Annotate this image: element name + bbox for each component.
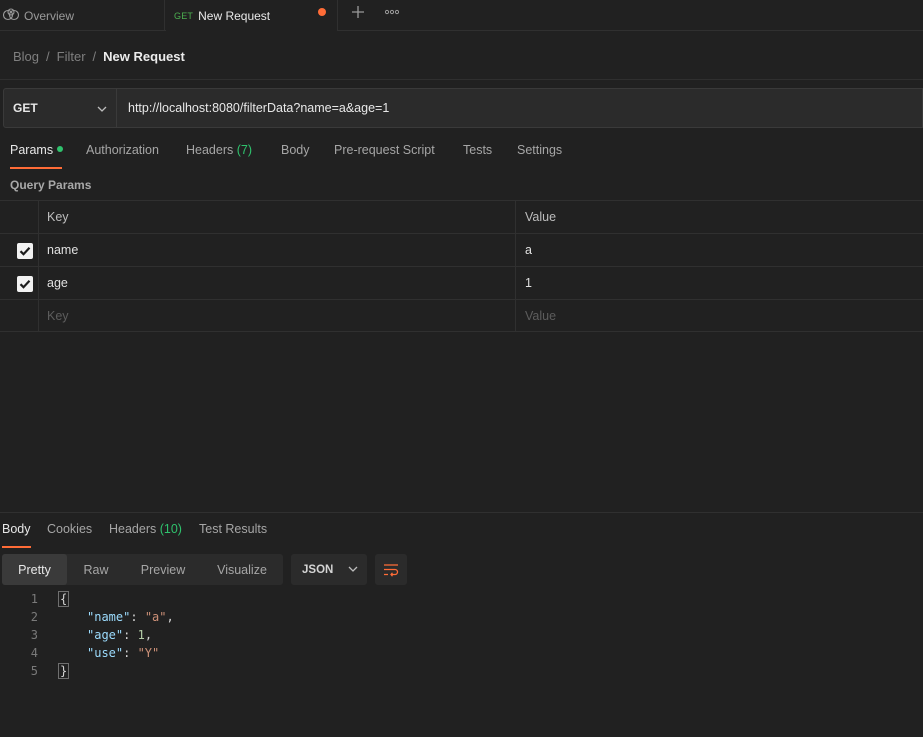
tab-response-headers[interactable]: Headers (10)	[109, 522, 182, 547]
open-brace: {	[58, 591, 70, 607]
json-key: "use"	[87, 646, 124, 660]
unsaved-dot-icon[interactable]	[318, 8, 326, 16]
tab-body[interactable]: Body	[281, 143, 310, 168]
table-row: name a	[0, 233, 923, 266]
new-key-input[interactable]: Key	[39, 300, 516, 332]
check-cell	[0, 234, 39, 266]
tab-new-request[interactable]: GET New Request	[166, 0, 338, 31]
tab-cookies[interactable]: Cookies	[47, 522, 92, 547]
table-header-row: Key Value	[0, 200, 923, 233]
line-number: 5	[30, 664, 38, 678]
tab-new-request-label: New Request	[198, 8, 271, 23]
table-row: age 1	[0, 266, 923, 299]
check-cell	[0, 267, 39, 299]
code-line: 1 {	[0, 590, 923, 608]
breadcrumb: Blog / Filter / New Request	[13, 47, 185, 65]
param-checkbox[interactable]	[17, 276, 33, 292]
code-line: 4 "use": "Y"	[0, 644, 923, 662]
view-visualize-button[interactable]: Visualize	[201, 554, 283, 585]
checkmark-icon	[19, 247, 31, 256]
code-line: 2 "name": "a",	[0, 608, 923, 626]
response-divider[interactable]	[0, 512, 923, 513]
check-cell	[0, 300, 39, 332]
active-tab-underline	[10, 167, 62, 169]
tab-response-body-label: Body	[2, 522, 31, 536]
json-key: "name"	[87, 610, 131, 624]
divider	[0, 79, 923, 80]
params-active-dot-icon	[57, 146, 64, 152]
tab-method-label: GET	[174, 10, 194, 21]
method-select[interactable]: GET	[3, 88, 117, 128]
checkmark-icon	[19, 280, 31, 289]
new-tab-plus-icon[interactable]	[348, 3, 368, 23]
tab-overview[interactable]: Overview	[0, 0, 165, 31]
chevron-down-icon	[348, 564, 358, 577]
active-tab-underline	[2, 546, 31, 548]
format-value: JSON	[302, 563, 334, 576]
breadcrumb-current[interactable]: New Request	[103, 49, 185, 64]
more-tabs-icon[interactable]	[384, 2, 403, 22]
param-key[interactable]: age	[39, 267, 516, 299]
view-preview-button[interactable]: Preview	[125, 554, 201, 585]
tab-params[interactable]: Params	[10, 143, 64, 169]
tab-params-label: Params	[10, 143, 54, 157]
format-select[interactable]: JSON	[291, 554, 367, 585]
json-key: "age"	[87, 628, 124, 642]
method-value: GET	[13, 101, 38, 115]
view-mode-toggle: Pretty Raw Preview Visualize	[2, 554, 283, 585]
breadcrumb-separator: /	[92, 48, 97, 64]
tab-response-body[interactable]: Body	[2, 522, 31, 548]
line-number: 3	[30, 628, 38, 642]
wrap-lines-button[interactable]	[375, 554, 407, 585]
new-value-input[interactable]: Value	[517, 300, 923, 332]
tab-settings[interactable]: Settings	[517, 143, 562, 168]
overview-icon	[2, 7, 20, 24]
tab-authorization[interactable]: Authorization	[86, 143, 159, 168]
header-key: Key	[39, 201, 516, 233]
json-value: "Y"	[137, 646, 160, 660]
tab-prerequest-script[interactable]: Pre-request Script	[334, 143, 435, 168]
line-number: 2	[30, 610, 38, 624]
param-value[interactable]: 1	[517, 267, 923, 299]
breadcrumb-blog[interactable]: Blog	[13, 49, 39, 64]
chevron-down-icon	[97, 102, 107, 117]
line-number: 4	[30, 646, 38, 660]
header-check-cell	[0, 201, 39, 233]
header-value: Value	[525, 210, 557, 224]
param-key[interactable]: name	[39, 234, 516, 266]
code-line: 5 }	[0, 662, 923, 680]
param-checkbox[interactable]	[17, 243, 33, 259]
query-params-title: Query Params	[10, 178, 92, 192]
response-headers-count: (10)	[159, 522, 182, 536]
table-row-empty: Key Value	[0, 299, 923, 332]
tab-headers-label: Headers	[186, 143, 234, 157]
headers-count: (7)	[236, 143, 253, 157]
view-raw-button[interactable]: Raw	[67, 554, 125, 585]
tab-bar: Overview GET New Request	[0, 0, 923, 31]
url-input[interactable]: http://localhost:8080/filterData?name=a&…	[117, 88, 923, 128]
tab-headers[interactable]: Headers (7)	[186, 143, 252, 168]
json-value: 1	[137, 628, 145, 642]
tab-overview-label: Overview	[24, 8, 75, 23]
close-brace: }	[58, 663, 70, 679]
param-value[interactable]: a	[517, 234, 923, 266]
tab-test-results[interactable]: Test Results	[199, 522, 267, 547]
tab-tests[interactable]: Tests	[463, 143, 492, 168]
wrap-lines-icon	[384, 563, 399, 577]
code-line: 3 "age": 1,	[0, 626, 923, 644]
breadcrumb-separator: /	[46, 48, 50, 64]
line-number: 1	[30, 592, 38, 606]
tab-response-headers-label: Headers	[109, 522, 157, 536]
view-pretty-button[interactable]: Pretty	[2, 554, 67, 585]
json-value: "a"	[144, 610, 167, 624]
breadcrumb-filter[interactable]: Filter	[57, 49, 86, 64]
